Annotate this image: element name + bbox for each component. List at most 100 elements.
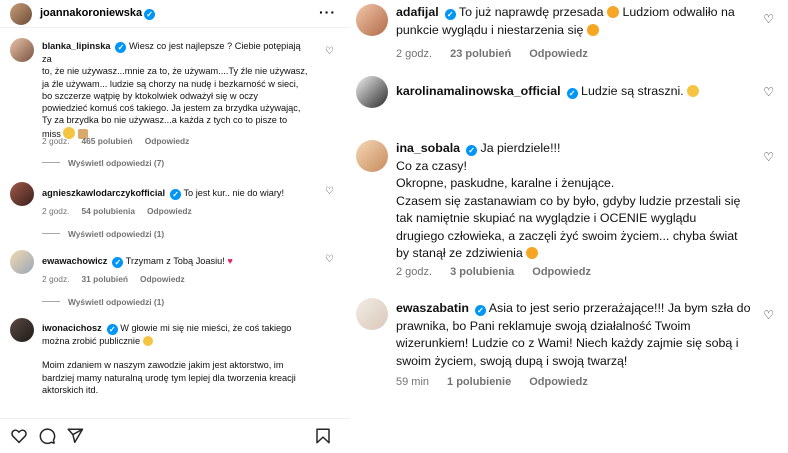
comment-time: 59 min (396, 376, 430, 388)
comment-line: prawnika, bo Pani reklamuje swoją działa… (396, 318, 691, 333)
comment-line: punkcie wyglądu i niestarzenia się (396, 22, 584, 37)
comment-line: tak namiętnie skupiać na wyglądzie i OCE… (396, 211, 697, 225)
comment-line: powiedzieć komuś coś takiego. Ja jestem … (42, 103, 301, 114)
header-username-text[interactable]: joannakoroniewska (40, 7, 142, 19)
comment-text: ewaszabatin ✓ Asia to jest serio przeraża… (396, 300, 756, 370)
view-replies-button[interactable]: Wyświetl odpowiedzi (1) (42, 229, 164, 239)
bookmark-icon[interactable] (314, 427, 332, 445)
like-heart-icon[interactable]: ♡ (763, 150, 774, 164)
reply-button[interactable]: Odpowiedz (532, 266, 591, 278)
view-replies-button[interactable]: Wyświetl odpowiedzi (1) (42, 297, 164, 307)
comment-username[interactable]: iwonacichosz (42, 323, 102, 333)
like-heart-icon[interactable]: ♡ (763, 308, 774, 322)
like-heart-icon[interactable]: ♡ (763, 85, 774, 99)
comment-line: Ludziom odwaliło na (622, 5, 735, 19)
comment-username[interactable]: adafijal (396, 5, 439, 19)
comment-username[interactable]: ina_sobala (396, 141, 460, 155)
comment-meta: 2 godz. 31 polubień Odpowiedz (42, 274, 197, 284)
emoji-icon (586, 23, 599, 36)
comment-username[interactable]: agnieszkawlodarczykofficial (42, 188, 165, 198)
avatar[interactable] (356, 76, 388, 108)
view-replies-label[interactable]: Wyświetl odpowiedzi (7) (68, 158, 164, 168)
comment-line: można zrobić publicznie (42, 336, 141, 346)
reply-button[interactable]: Odpowiedz (529, 48, 588, 60)
comment-time: 2 godz. (42, 274, 70, 284)
comment-username[interactable]: karolinamalinowska_official (396, 84, 561, 98)
comment-text: ina_sobala ✓ Ja pierdziele!!! Co za czasy… (396, 140, 756, 263)
emoji-icon (142, 336, 153, 346)
verified-badge-icon: ✓ (106, 324, 118, 335)
view-replies-label[interactable]: Wyświetl odpowiedzi (1) (68, 297, 164, 307)
red-heart-icon: ♥ (227, 256, 233, 266)
replies-line (42, 233, 60, 234)
comment-line: Ty za brzydka bo nie używasz...a każda z… (42, 115, 288, 126)
avatar[interactable] (10, 182, 34, 206)
avatar[interactable] (10, 3, 32, 25)
like-heart-icon[interactable]: ♡ (763, 12, 774, 26)
post-header: joannakoroniewska ✓ ··· (0, 0, 350, 28)
comment-likes[interactable]: 465 polubień (81, 136, 132, 146)
comment-likes[interactable]: 54 polubienia (81, 206, 135, 216)
comment-likes[interactable]: 1 polubienie (447, 376, 511, 388)
share-icon[interactable] (66, 427, 84, 445)
comment-text: iwonacichosz ✓ W głowie mi się nie mieści… (42, 322, 312, 396)
comment-username[interactable]: ewaszabatin (396, 301, 469, 315)
comment-text: blanka_lipinska ✓ Wiesz co jest najlepsze… (42, 40, 312, 140)
comment-meta: 59 min 1 polubienie Odpowiedz (396, 376, 606, 388)
verified-badge-icon: ✓ (115, 42, 127, 53)
comment-text: adafijal ✓ To już naprawdę przesada Ludzi… (396, 4, 756, 39)
comment-line: drugiego człowieka, a zaczęli żyć swoim … (396, 228, 738, 243)
comment-line: Czasem się zastanawiam co by było, gdyby… (396, 193, 741, 208)
reply-button[interactable]: Odpowiedz (145, 136, 190, 146)
post-author-username[interactable]: joannakoroniewska ✓ (40, 7, 156, 20)
view-replies-button[interactable]: Wyświetl odpowiedzi (7) (42, 158, 164, 168)
emoji-icon (607, 6, 620, 18)
avatar[interactable] (10, 38, 34, 62)
comment-likes[interactable]: 23 polubień (450, 48, 511, 60)
verified-badge-icon: ✓ (466, 145, 478, 156)
like-heart-icon[interactable]: ♡ (325, 254, 334, 265)
comment-line: Ja pierdziele!!! (480, 141, 561, 155)
verified-badge-icon: ✓ (112, 257, 124, 268)
reply-button[interactable]: Odpowiedz (140, 274, 185, 284)
view-replies-label[interactable]: Wyświetl odpowiedzi (1) (68, 229, 164, 239)
like-heart-icon[interactable]: ♡ (325, 186, 334, 197)
verified-badge-icon: ✓ (144, 9, 156, 20)
comment-likes[interactable]: 31 polubień (81, 274, 128, 284)
avatar[interactable] (10, 250, 34, 274)
comment-likes[interactable]: 3 polubienia (450, 266, 514, 278)
comment-meta: 2 godz. 465 polubień Odpowiedz (42, 136, 201, 146)
more-options-icon[interactable]: ··· (319, 4, 336, 20)
comment-icon[interactable] (38, 427, 56, 445)
comment-line: wizerunkiem! Ludzie co z Wami! Niech każ… (396, 336, 739, 350)
verified-badge-icon: ✓ (566, 88, 578, 99)
avatar[interactable] (356, 140, 388, 172)
like-heart-icon[interactable] (10, 427, 28, 445)
reply-button[interactable]: Odpowiedz (529, 376, 588, 388)
comment-line: To jest kur.. nie do wiary! (183, 188, 285, 198)
verified-badge-icon: ✓ (170, 189, 182, 200)
like-heart-icon[interactable]: ♡ (325, 46, 334, 57)
comment-line: To już naprawdę przesada (458, 5, 604, 19)
verified-badge-icon: ✓ (475, 305, 486, 316)
avatar[interactable] (356, 298, 388, 330)
avatar[interactable] (10, 318, 34, 342)
comment-line: W głowie mi się nie mieści, że coś takie… (120, 323, 292, 333)
comment-line: by stanął ze zdziwienia (396, 246, 523, 260)
comment-time: 2 godz. (396, 266, 433, 278)
comment-time: 2 godz. (42, 136, 70, 146)
post-action-bar (0, 418, 350, 453)
comment-line: Trzymam z Tobą Joasiu! (125, 256, 225, 266)
emoji-icon (687, 85, 700, 97)
comment-username[interactable]: blanka_lipinska (42, 41, 110, 51)
comment-line: to, że nie używasz...mnie za to, że używ… (42, 66, 308, 77)
laughing-emoji-icon (526, 247, 539, 259)
comment-username[interactable]: ewawachowicz (42, 256, 107, 266)
avatar[interactable] (356, 4, 388, 36)
comment-text: ewawachowicz ✓ Trzymam z Tobą Joasiu! ♥ (42, 255, 312, 268)
comment-line: Ludzie są straszni. (581, 84, 684, 98)
comment-meta: 2 godz. 54 polubienia Odpowiedz (42, 206, 204, 216)
comment-line: Moim zdaniem w naszym zawodzie jakim jes… (42, 360, 284, 371)
reply-button[interactable]: Odpowiedz (147, 206, 192, 216)
comment-line: Co za czasy! (396, 158, 467, 173)
